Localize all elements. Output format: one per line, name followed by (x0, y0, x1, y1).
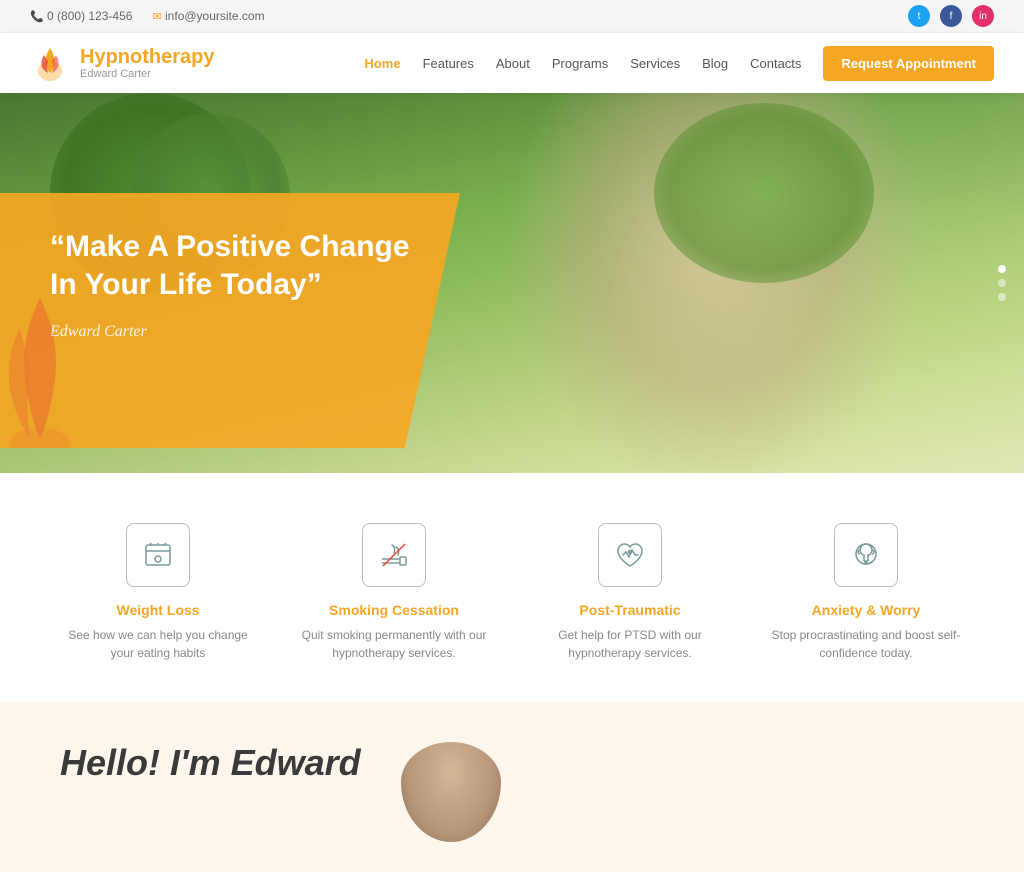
no-smoking-icon (378, 539, 410, 571)
social-links: t f in (908, 5, 994, 27)
top-bar: 📞 0 (800) 123-456 ✉ info@yoursite.com t … (0, 0, 1024, 33)
nav-home[interactable]: Home (364, 56, 400, 71)
logo-sub: Edward Carter (80, 68, 214, 80)
hero-author: Edward Carter (50, 323, 410, 341)
twitter-link[interactable]: t (908, 5, 930, 27)
heart-pulse-icon (614, 539, 646, 571)
head-brain-icon (850, 539, 882, 571)
email-icon: ✉ (152, 11, 161, 23)
logo-icon (30, 43, 70, 83)
facebook-link[interactable]: f (940, 5, 962, 27)
nav-contacts[interactable]: Contacts (750, 56, 801, 71)
email-address: info@yoursite.com (165, 9, 265, 23)
smoking-desc: Quit smoking permanently with our hypnot… (299, 626, 489, 662)
nav-blog[interactable]: Blog (702, 56, 728, 71)
dot-1[interactable] (998, 265, 1006, 273)
scale-icon (142, 539, 174, 571)
service-anxiety: Anxiety & Worry Stop procrastinating and… (771, 523, 961, 662)
email-info: ✉ info@yoursite.com (152, 9, 264, 23)
smoking-title: Smoking Cessation (299, 602, 489, 618)
header: Hypnotherapy Edward Carter Home Features… (0, 33, 1024, 93)
weight-loss-icon-wrap (126, 523, 190, 587)
nav-services[interactable]: Services (630, 56, 680, 71)
hello-section: Hello! I'm Edward (0, 702, 1024, 872)
phone-icon: 📞 (30, 11, 44, 23)
logo-text: Hypnotherapy Edward Carter (80, 46, 214, 80)
ptsd-icon-wrap (598, 523, 662, 587)
contact-info: 📞 0 (800) 123-456 ✉ info@yoursite.com (30, 9, 265, 23)
hero-quote: “Make A Positive Change In Your Life Tod… (50, 228, 410, 303)
instagram-link[interactable]: in (972, 5, 994, 27)
phone-number: 0 (800) 123-456 (47, 9, 132, 23)
smoking-icon-wrap (362, 523, 426, 587)
hero-message-box: “Make A Positive Change In Your Life Tod… (0, 193, 460, 448)
hero-section: “Make A Positive Change In Your Life Tod… (0, 93, 1024, 473)
dot-3[interactable] (998, 293, 1006, 301)
service-ptsd: Post-Traumatic Get help for PTSD with ou… (535, 523, 725, 662)
nav-programs[interactable]: Programs (552, 56, 608, 71)
main-nav: Home Features About Programs Services Bl… (364, 46, 994, 81)
anxiety-icon-wrap (834, 523, 898, 587)
weight-loss-desc: See how we can help you change your eati… (63, 626, 253, 662)
anxiety-desc: Stop procrastinating and boost self-conf… (771, 626, 961, 662)
hero-dots[interactable] (998, 265, 1006, 301)
tree-3 (654, 103, 874, 283)
ptsd-title: Post-Traumatic (535, 602, 725, 618)
service-weight-loss: Weight Loss See how we can help you chan… (63, 523, 253, 662)
hello-title: Hello! I'm Edward (60, 742, 361, 784)
ptsd-desc: Get help for PTSD with our hypnotherapy … (535, 626, 725, 662)
weight-loss-title: Weight Loss (63, 602, 253, 618)
hello-text: Hello! I'm Edward (60, 742, 361, 784)
phone-info: 📞 0 (800) 123-456 (30, 9, 132, 23)
flame-decoration (0, 288, 90, 468)
request-appointment-button[interactable]: Request Appointment (823, 46, 994, 81)
nav-about[interactable]: About (496, 56, 530, 71)
dot-2[interactable] (998, 279, 1006, 287)
logo-name: Hypnotherapy (80, 46, 214, 68)
anxiety-title: Anxiety & Worry (771, 602, 961, 618)
service-smoking: Smoking Cessation Quit smoking permanent… (299, 523, 489, 662)
nav-features[interactable]: Features (423, 56, 474, 71)
hello-person-avatar (401, 742, 501, 842)
services-section: Weight Loss See how we can help you chan… (0, 473, 1024, 702)
logo[interactable]: Hypnotherapy Edward Carter (30, 43, 214, 83)
